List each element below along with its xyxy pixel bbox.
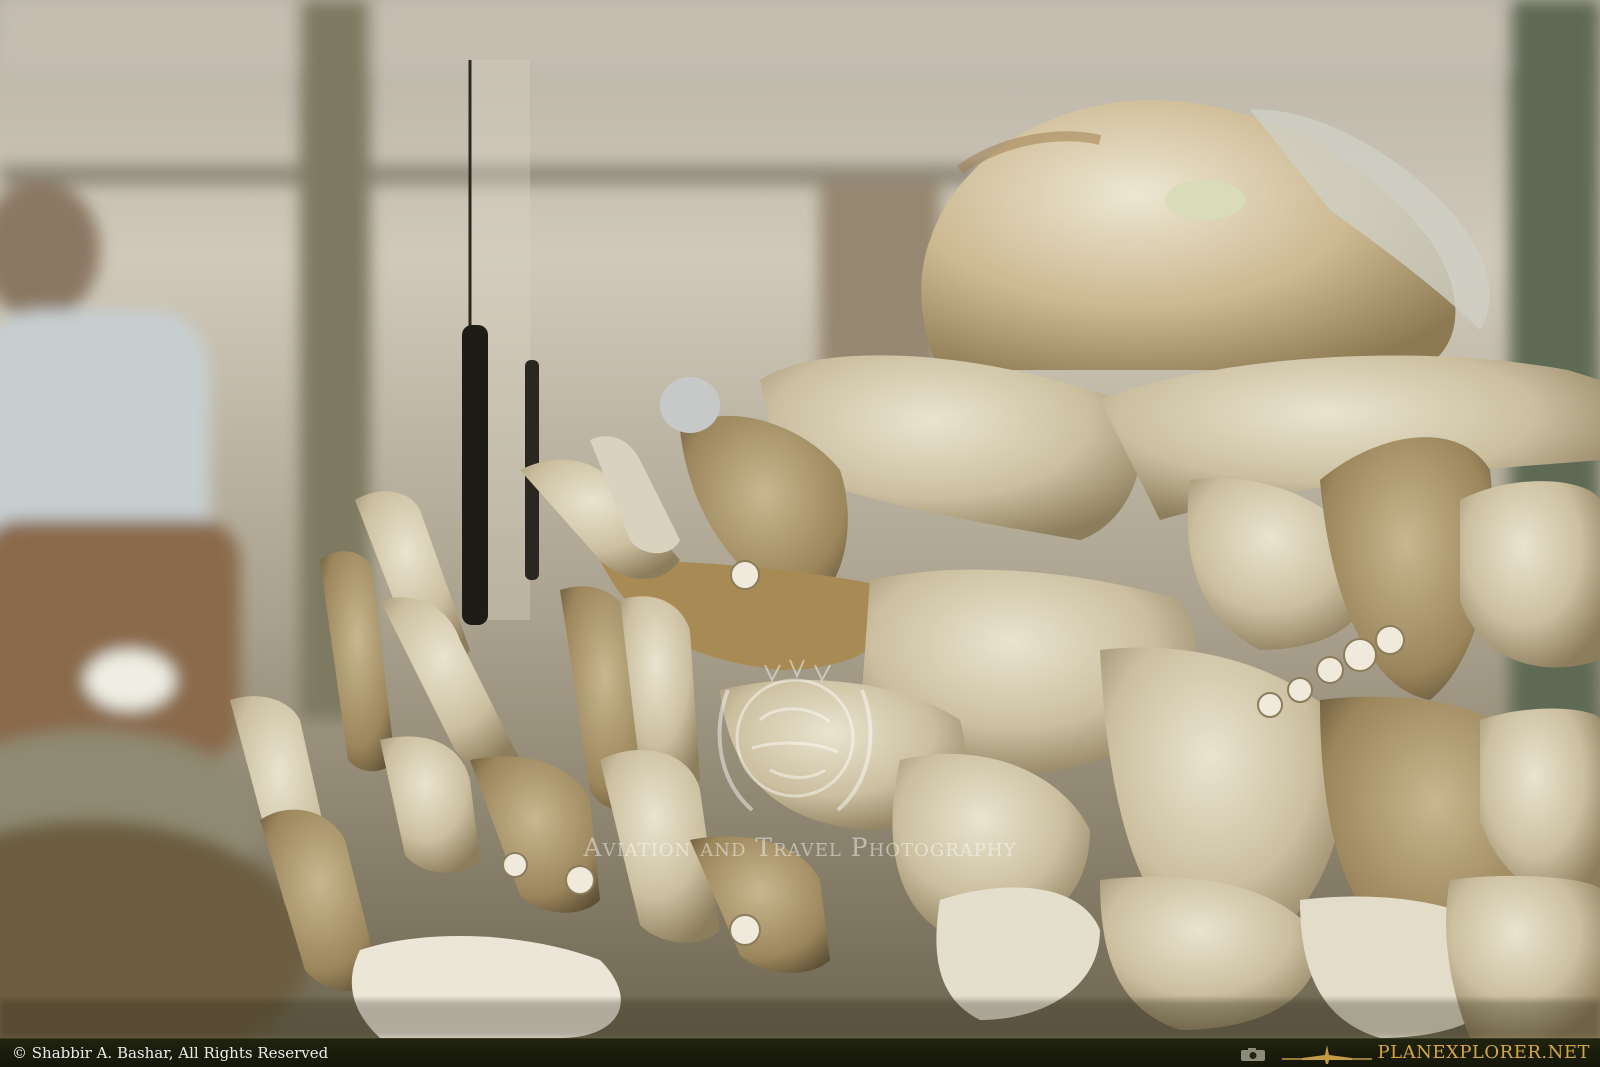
camera-icon bbox=[1241, 1048, 1265, 1061]
photo-viewer: Aviation and Travel Photography © Shabbi… bbox=[0, 0, 1600, 1067]
brand-logo-text[interactable]: PLANEXPLORER.NET bbox=[1378, 1042, 1590, 1063]
photo-bone-pile bbox=[0, 0, 1600, 1038]
copyright-text: © Shabbir A. Bashar, All Rights Reserved bbox=[12, 1044, 329, 1062]
airplane-icon bbox=[1282, 1045, 1372, 1064]
footer-bar: © Shabbir A. Bashar, All Rights Reserved… bbox=[0, 1038, 1600, 1067]
watermark-text: Aviation and Travel Photography bbox=[583, 833, 1017, 862]
